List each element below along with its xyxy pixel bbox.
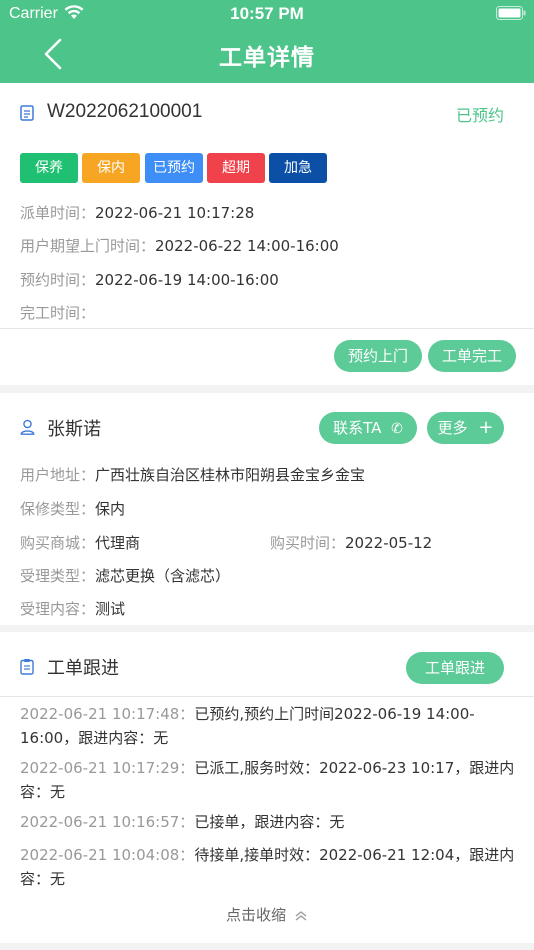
log-text: 已接单，跟进内容：无 [194,813,345,831]
nav-header: Carrier 10:57 PM 工单详情 [0,0,534,83]
expected-time-value: 2022-06-22 14:00-16:00 [155,237,339,255]
handle-content-label: 受理内容： [20,600,96,618]
log-entry: 2022-06-21 10:17:29：已派工,服务时效：2022-06-23 … [20,756,520,804]
completion-time-label: 完工时间： [20,304,96,322]
divider [0,328,534,329]
completion-time-row: 完工时间： [20,302,95,323]
tag-appointed: 已预约 [145,153,203,183]
document-icon [20,105,34,121]
status-bar: Carrier 10:57 PM [0,0,534,28]
purchase-time-label: 购买时间： [270,534,346,552]
tag-overdue: 超期 [207,153,265,183]
order-status: 已预约 [455,106,504,125]
handle-content-row: 受理内容：测试 [20,598,125,619]
expected-time-row: 用户期望上门时间：2022-06-22 14:00-16:00 [20,235,339,256]
tag-warranty: 保内 [82,153,140,183]
phone-icon: ✆ [391,421,403,437]
dispatch-time-value: 2022-06-21 10:17:28 [95,204,255,222]
log-entry: 2022-06-21 10:04:08：待接单,接单时效：2022-06-21 … [20,843,520,891]
divider [0,696,534,697]
appointment-time-value: 2022-06-19 14:00-16:00 [95,271,279,289]
order-card: W2022062100001 已预约 保养 保内 已预约 超期 加急 派单时间：… [0,83,534,385]
log-entry: 2022-06-21 10:16:57：已接单，跟进内容：无 [20,810,520,834]
follow-up-card: 工单跟进 工单跟进 2022-06-21 10:17:48：已预约,预约上门时间… [0,632,534,943]
warranty-label: 保修类型： [20,500,96,518]
log-time: 2022-06-21 10:17:48： [20,705,195,723]
handle-type-value: 滤芯更换（含滤芯） [95,567,231,585]
warranty-value: 保内 [95,500,126,518]
user-icon [20,419,35,435]
tag-urgent: 加急 [269,153,327,183]
battery-icon [496,6,526,20]
complete-order-button[interactable]: 工单完工 [428,340,516,372]
more-button-label: 更多 [437,419,468,437]
dispatch-time-label: 派单时间： [20,204,96,222]
handle-type-label: 受理类型： [20,567,96,585]
address-label: 用户地址： [20,466,96,484]
dispatch-time-row: 派单时间：2022-06-21 10:17:28 [20,202,254,223]
collapse-label: 点击收缩 [225,906,286,924]
tag-maintenance: 保养 [20,153,78,183]
contact-button-label: 联系TA [333,419,382,437]
appointment-time-label: 预约时间： [20,271,96,289]
chevron-up-double-icon [295,910,307,921]
mall-row: 购买商城：代理商 [20,532,140,553]
follow-up-button[interactable]: 工单跟进 [406,652,504,684]
clipboard-icon [20,659,34,675]
appointment-button[interactable]: 预约上门 [334,340,422,372]
customer-card: 张斯诺 联系TA ✆ 更多 + 用户地址：广西壮族自治区桂林市阳朔县金宝乡金宝 … [0,393,534,625]
plus-icon: + [478,417,494,438]
log-time: 2022-06-21 10:16:57： [20,813,195,831]
purchase-time-value: 2022-05-12 [345,534,433,552]
warranty-row: 保修类型：保内 [20,498,125,519]
log-time: 2022-06-21 10:04:08： [20,846,195,864]
log-time: 2022-06-21 10:17:29： [20,759,195,777]
collapse-button[interactable]: 点击收缩 [0,904,534,925]
appointment-time-row: 预约时间：2022-06-19 14:00-16:00 [20,269,279,290]
more-button[interactable]: 更多 + [427,412,504,444]
mall-label: 购买商城： [20,534,96,552]
address-row: 用户地址：广西壮族自治区桂林市阳朔县金宝乡金宝 [20,464,365,485]
handle-type-row: 受理类型：滤芯更换（含滤芯） [20,565,230,586]
purchase-time-row: 购买时间：2022-05-12 [270,532,432,553]
mall-value: 代理商 [95,534,141,552]
address-value: 广西壮族自治区桂林市阳朔县金宝乡金宝 [95,466,366,484]
log-entry: 2022-06-21 10:17:48：已预约,预约上门时间2022-06-19… [20,702,520,750]
handle-content-value: 测试 [95,600,126,618]
order-number: W2022062100001 [47,101,203,122]
page-title: 工单详情 [219,45,315,71]
clock: 10:57 PM [230,4,304,23]
contact-button[interactable]: 联系TA ✆ [319,412,417,444]
customer-name: 张斯诺 [47,419,101,440]
expected-time-label: 用户期望上门时间： [20,237,156,255]
follow-up-title: 工单跟进 [47,658,119,679]
